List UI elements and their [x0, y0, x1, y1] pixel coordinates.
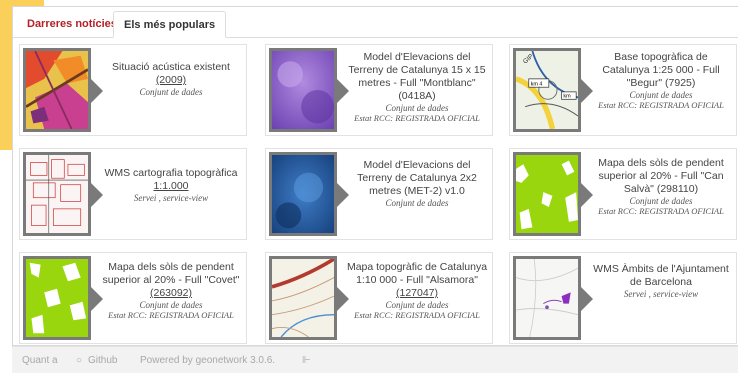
- record-type: Conjunt de dades: [629, 90, 693, 100]
- record-type: Conjunt de dades: [385, 300, 449, 310]
- record-info: WMS Àmbits de l'Ajuntament de Barcelona …: [590, 263, 732, 299]
- record-title[interactable]: Situació acústica existent: [100, 61, 242, 74]
- record-type: Conjunt de dades: [139, 87, 203, 97]
- record-thumbnail[interactable]: [23, 152, 91, 236]
- record-thumbnail[interactable]: [269, 152, 337, 236]
- record-thumbnail[interactable]: [513, 256, 581, 340]
- record-info: Mapa dels sòls de pendent superior al 20…: [100, 261, 242, 320]
- record-type: Conjunt de dades: [385, 198, 449, 208]
- record-code[interactable]: (127047): [346, 287, 488, 300]
- record-card[interactable]: Situació acústica existent (2009) Conjun…: [19, 44, 247, 136]
- record-info: WMS cartografia topogràfica 1:1.000 Serv…: [100, 167, 242, 203]
- record-type: Servei , service-view: [133, 193, 209, 203]
- footer-github-link[interactable]: Github: [88, 355, 117, 366]
- record-card[interactable]: Mapa dels sòls de pendent superior al 20…: [509, 148, 737, 240]
- record-title[interactable]: Mapa dels sòls de pendent superior al 20…: [100, 261, 242, 287]
- record-code[interactable]: 1:1.000: [100, 180, 242, 193]
- record-status: Estat RCC: REGISTRADA OFICIAL: [598, 100, 724, 110]
- record-info: Model d'Elevacions del Terreny de Catalu…: [346, 159, 488, 208]
- record-title[interactable]: Base topogràfica de Catalunya 1:25 000 -…: [590, 51, 732, 90]
- record-thumbnail[interactable]: km 4 km GIP: [513, 48, 581, 132]
- record-title[interactable]: WMS cartografia topogràfica: [100, 167, 242, 180]
- record-thumbnail[interactable]: [23, 48, 91, 132]
- record-title[interactable]: Mapa topogràfic de Catalunya 1:10 000 - …: [346, 261, 488, 287]
- record-code[interactable]: (263092): [100, 287, 242, 300]
- footer-powered-by[interactable]: Powered by geonetwork 3.0.6.: [140, 355, 275, 366]
- content-panel: Darreres notícies Els més populars Situa…: [12, 6, 738, 346]
- tab-recent-news[interactable]: Darreres notícies: [17, 11, 127, 37]
- record-title[interactable]: WMS Àmbits de l'Ajuntament de Barcelona: [590, 263, 732, 289]
- record-status: Estat RCC: REGISTRADA OFICIAL: [354, 113, 480, 123]
- record-info: Mapa dels sòls de pendent superior al 20…: [590, 157, 732, 216]
- record-card[interactable]: Model d'Elevacions del Terreny de Catalu…: [265, 44, 493, 136]
- tab-most-popular[interactable]: Els més populars: [113, 11, 227, 38]
- record-status: Estat RCC: REGISTRADA OFICIAL: [598, 206, 724, 216]
- record-thumbnail[interactable]: [269, 256, 337, 340]
- record-title[interactable]: Model d'Elevacions del Terreny de Catalu…: [346, 51, 488, 103]
- record-type: Conjunt de dades: [385, 103, 449, 113]
- footer: Quant a ○ Github Powered by geonetwork 3…: [12, 346, 738, 373]
- record-status: Estat RCC: REGISTRADA OFICIAL: [354, 310, 480, 320]
- record-card[interactable]: Mapa topogràfic de Catalunya 1:10 000 - …: [265, 252, 493, 344]
- record-card[interactable]: km 4 km GIP Base topogràfica de Cataluny…: [509, 44, 737, 136]
- record-card[interactable]: WMS cartografia topogràfica 1:1.000 Serv…: [19, 148, 247, 240]
- record-info: Situació acústica existent (2009) Conjun…: [100, 61, 242, 97]
- footer-about-link[interactable]: Quant a: [22, 355, 58, 366]
- record-type: Conjunt de dades: [629, 196, 693, 206]
- record-thumbnail[interactable]: [23, 256, 91, 340]
- tab-bar: Darreres notícies Els més populars: [13, 7, 738, 38]
- rss-icon[interactable]: ⊩: [302, 355, 311, 366]
- map-km-label: km 4: [531, 81, 543, 87]
- record-status: Estat RCC: REGISTRADA OFICIAL: [108, 310, 234, 320]
- record-info: Model d'Elevacions del Terreny de Catalu…: [346, 51, 488, 123]
- map-km-label: km: [563, 93, 571, 99]
- record-type: Servei , service-view: [623, 289, 699, 299]
- record-card[interactable]: Model d'Elevacions del Terreny de Catalu…: [265, 148, 493, 240]
- github-icon: ○: [76, 355, 83, 366]
- record-info: Base topogràfica de Catalunya 1:25 000 -…: [590, 51, 732, 110]
- record-type: Conjunt de dades: [139, 300, 203, 310]
- record-thumbnail[interactable]: [269, 48, 337, 132]
- record-info: Mapa topogràfic de Catalunya 1:10 000 - …: [346, 261, 488, 320]
- record-card[interactable]: Mapa dels sòls de pendent superior al 20…: [19, 252, 247, 344]
- record-code[interactable]: (2009): [100, 74, 242, 87]
- record-thumbnail[interactable]: [513, 152, 581, 236]
- record-title[interactable]: Mapa dels sòls de pendent superior al 20…: [590, 157, 732, 196]
- record-card[interactable]: WMS Àmbits de l'Ajuntament de Barcelona …: [509, 252, 737, 344]
- record-title[interactable]: Model d'Elevacions del Terreny de Catalu…: [346, 159, 488, 198]
